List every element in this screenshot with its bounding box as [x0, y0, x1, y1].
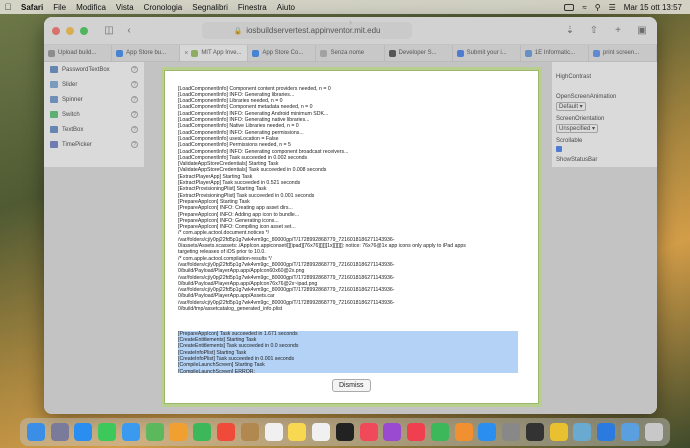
log-line: 0/build/tmp/assetcatalog_generated_info.… [178, 305, 283, 312]
pages-icon[interactable] [454, 423, 473, 441]
search-icon[interactable]: ⚲ [595, 3, 601, 12]
chrome-icon[interactable] [549, 423, 568, 441]
build-log-selected-lines: [PrepareAppIcon] Task succeeded in 1.671… [178, 330, 518, 373]
menu-bookmarks[interactable]: Segnalibri [187, 3, 233, 12]
tv-icon[interactable] [335, 423, 354, 441]
menu-file[interactable]: File [48, 3, 71, 12]
mail-icon[interactable] [121, 423, 140, 441]
build-log-dialog: [LoadComponentInfo] Component content pr… [164, 70, 539, 404]
dismiss-button[interactable]: Dismiss [332, 379, 371, 392]
control-center-icon[interactable]: ☰ [609, 3, 616, 12]
dock [20, 418, 670, 446]
build-log-lines: [LoadComponentInfo] Component content pr… [178, 86, 518, 313]
messages-icon[interactable] [98, 423, 117, 441]
photos-icon[interactable] [169, 423, 188, 441]
menu-bar:  Safari File Modifica Vista Cronologia … [0, 0, 690, 14]
notes-icon[interactable] [288, 423, 307, 441]
apple-menu-icon[interactable]:  [0, 2, 16, 12]
page-content: PasswordTextBox? Slider? Spinner? Switch… [44, 62, 657, 414]
iphone-mirroring-icon[interactable] [525, 423, 544, 441]
trash-icon[interactable] [644, 423, 663, 441]
xcode-icon[interactable] [597, 423, 616, 441]
numbers-icon[interactable] [430, 423, 449, 441]
menu-history[interactable]: Cronologia [139, 3, 188, 12]
build-log: [LoadComponentInfo] Component content pr… [178, 73, 518, 373]
preview-icon[interactable] [573, 423, 592, 441]
maps-icon[interactable] [145, 423, 164, 441]
freeform-icon[interactable] [312, 423, 331, 441]
folder-icon[interactable] [621, 423, 640, 441]
menu-view[interactable]: Vista [111, 3, 139, 12]
reminders-icon[interactable] [264, 423, 283, 441]
menu-window[interactable]: Finestra [233, 3, 272, 12]
music-icon[interactable] [359, 423, 378, 441]
podcasts-icon[interactable] [383, 423, 402, 441]
wifi-icon[interactable]: ≈ [582, 3, 586, 12]
finder-icon[interactable] [26, 423, 45, 441]
calendar-icon[interactable] [217, 423, 235, 441]
safari-window: ◫ ‹ › 🔒 iosbuildservertest.appinventor.m… [44, 17, 657, 414]
news-icon[interactable] [407, 423, 426, 441]
menu-safari[interactable]: Safari [16, 3, 48, 12]
contacts-icon[interactable] [240, 423, 259, 441]
facetime-icon[interactable] [193, 423, 212, 441]
menu-edit[interactable]: Modifica [71, 3, 111, 12]
launchpad-icon[interactable] [50, 423, 69, 441]
safari-icon[interactable] [74, 423, 93, 441]
log-line-selected: [CompileLaunchScreen] ERROR: [178, 368, 255, 373]
menu-help[interactable]: Aiuto [272, 3, 300, 12]
system-settings-icon[interactable] [502, 423, 521, 441]
app-store-icon[interactable] [478, 423, 497, 441]
menubar-clock[interactable]: Mar 15 ott 13:57 [624, 3, 682, 12]
browser-toolbar: ◫ ‹ › 🔒 iosbuildservertest.appinventor.m… [44, 17, 657, 369]
battery-icon[interactable] [564, 3, 575, 11]
